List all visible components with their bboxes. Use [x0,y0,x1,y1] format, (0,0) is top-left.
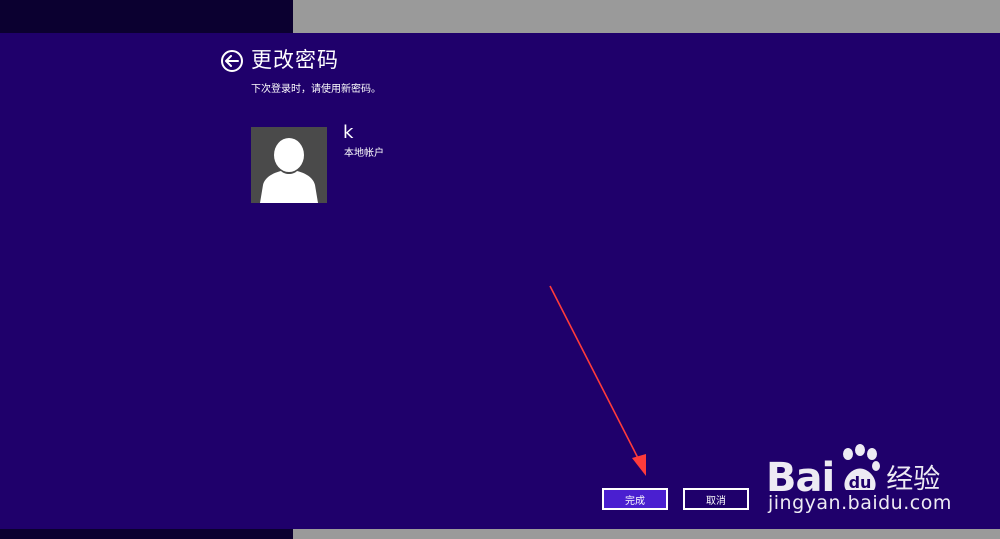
change-password-screen: 更改密码 下次登录时，请使用新密码。 k 本地帐户 完成 取消 Bai du 经… [0,0,1000,539]
back-arrow-icon [225,55,239,67]
finish-button[interactable]: 完成 [602,488,668,510]
watermark-url: jingyan.baidu.com [768,492,952,514]
user-silhouette-icon [260,138,318,203]
page-title: 更改密码 [251,48,339,72]
back-button[interactable] [221,50,243,72]
cancel-button[interactable]: 取消 [683,488,749,510]
watermark-logo: Bai du 经验 [766,444,940,498]
account-name: k [343,122,354,143]
baidu-paw-icon: du [838,444,882,498]
page-subtitle: 下次登录时，请使用新密码。 [251,84,381,95]
bottom-bar-right [293,529,1000,539]
top-bar-right [293,0,1000,33]
avatar [251,127,327,203]
top-bar-left [0,0,293,33]
account-type: 本地帐户 [344,148,384,159]
watermark: Bai du 经验 jingyan.baidu.com [766,430,986,520]
bottom-bar-left [0,529,293,539]
svg-text:du: du [849,473,872,492]
